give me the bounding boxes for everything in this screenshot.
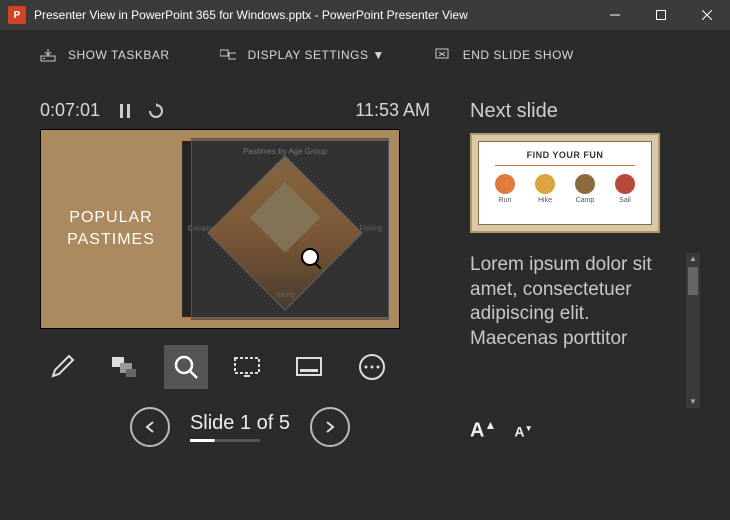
zoom-tool-button[interactable] bbox=[164, 345, 208, 389]
next-slide-icon: Hike bbox=[535, 174, 555, 204]
end-show-icon bbox=[435, 48, 451, 62]
close-button[interactable] bbox=[684, 0, 730, 30]
display-settings-button[interactable]: DISPLAY SETTINGS ▼ bbox=[220, 48, 385, 62]
pen-tool-button[interactable] bbox=[40, 345, 84, 389]
powerpoint-app-icon: P bbox=[8, 6, 26, 24]
current-slide-preview[interactable]: POPULAR PASTIMES Pastimes by Age Group S… bbox=[40, 129, 400, 329]
presenter-tools bbox=[40, 345, 440, 389]
notes-scrollbar[interactable]: ▲ ▼ bbox=[686, 253, 700, 408]
minimize-button[interactable] bbox=[592, 0, 638, 30]
decrease-font-button[interactable]: A▼ bbox=[514, 423, 532, 440]
slide-counter: Slide 1 of 5 bbox=[190, 412, 290, 435]
notes-text: Lorem ipsum dolor sit amet, consectetuer… bbox=[470, 254, 652, 349]
maximize-button[interactable] bbox=[638, 0, 684, 30]
slide-title-line2: PASTIMES bbox=[67, 229, 155, 251]
taskbar-icon bbox=[40, 48, 56, 62]
scroll-thumb[interactable] bbox=[688, 267, 698, 295]
prev-slide-button[interactable] bbox=[130, 407, 170, 447]
magnifier-cursor-icon bbox=[301, 248, 319, 266]
next-slide-thumbnail[interactable]: FIND YOUR FUN Run Hike Camp Sail bbox=[470, 133, 660, 233]
next-slide-icon: Run bbox=[495, 174, 515, 204]
increase-font-button[interactable]: A▲ bbox=[470, 418, 496, 443]
scroll-down-icon[interactable]: ▼ bbox=[686, 396, 700, 408]
window-titlebar: P Presenter View in PowerPoint 365 for W… bbox=[0, 0, 730, 30]
pause-timer-button[interactable] bbox=[118, 103, 132, 119]
scroll-up-icon[interactable]: ▲ bbox=[686, 253, 700, 265]
slide-title-panel: POPULAR PASTIMES bbox=[41, 130, 181, 328]
more-options-button[interactable] bbox=[350, 345, 394, 389]
see-all-slides-button[interactable] bbox=[102, 345, 146, 389]
zoom-region-overlay[interactable] bbox=[191, 138, 389, 320]
next-slide-icon: Sail bbox=[615, 174, 635, 204]
show-taskbar-button[interactable]: SHOW TASKBAR bbox=[40, 48, 170, 62]
next-slide-title: FIND YOUR FUN bbox=[485, 150, 645, 160]
subtitle-toggle-button[interactable] bbox=[288, 345, 332, 389]
timer-row: 0:07:01 11:53 AM bbox=[40, 100, 440, 121]
presenter-toolbar: SHOW TASKBAR DISPLAY SETTINGS ▼ END SLID… bbox=[0, 30, 730, 80]
show-taskbar-label: SHOW TASKBAR bbox=[68, 48, 170, 62]
end-show-label: END SLIDE SHOW bbox=[463, 48, 574, 62]
next-slide-heading: Next slide bbox=[470, 100, 700, 123]
speaker-notes: Lorem ipsum dolor sit amet, consectetuer… bbox=[470, 253, 700, 408]
restart-timer-button[interactable] bbox=[148, 103, 164, 119]
elapsed-time: 0:07:01 bbox=[40, 100, 110, 121]
clock-time: 11:53 AM bbox=[355, 100, 440, 121]
slide-title-line1: POPULAR bbox=[67, 207, 155, 229]
next-slide-button[interactable] bbox=[310, 407, 350, 447]
next-slide-icon: Camp bbox=[575, 174, 595, 204]
end-slide-show-button[interactable]: END SLIDE SHOW bbox=[435, 48, 574, 62]
display-settings-label: DISPLAY SETTINGS ▼ bbox=[248, 48, 385, 62]
slide-nav: Slide 1 of 5 bbox=[40, 407, 440, 447]
divider bbox=[495, 165, 635, 166]
black-screen-button[interactable] bbox=[226, 345, 270, 389]
display-settings-icon bbox=[220, 48, 236, 62]
window-title: Presenter View in PowerPoint 365 for Win… bbox=[34, 8, 592, 22]
slide-progress-bar bbox=[190, 439, 260, 442]
